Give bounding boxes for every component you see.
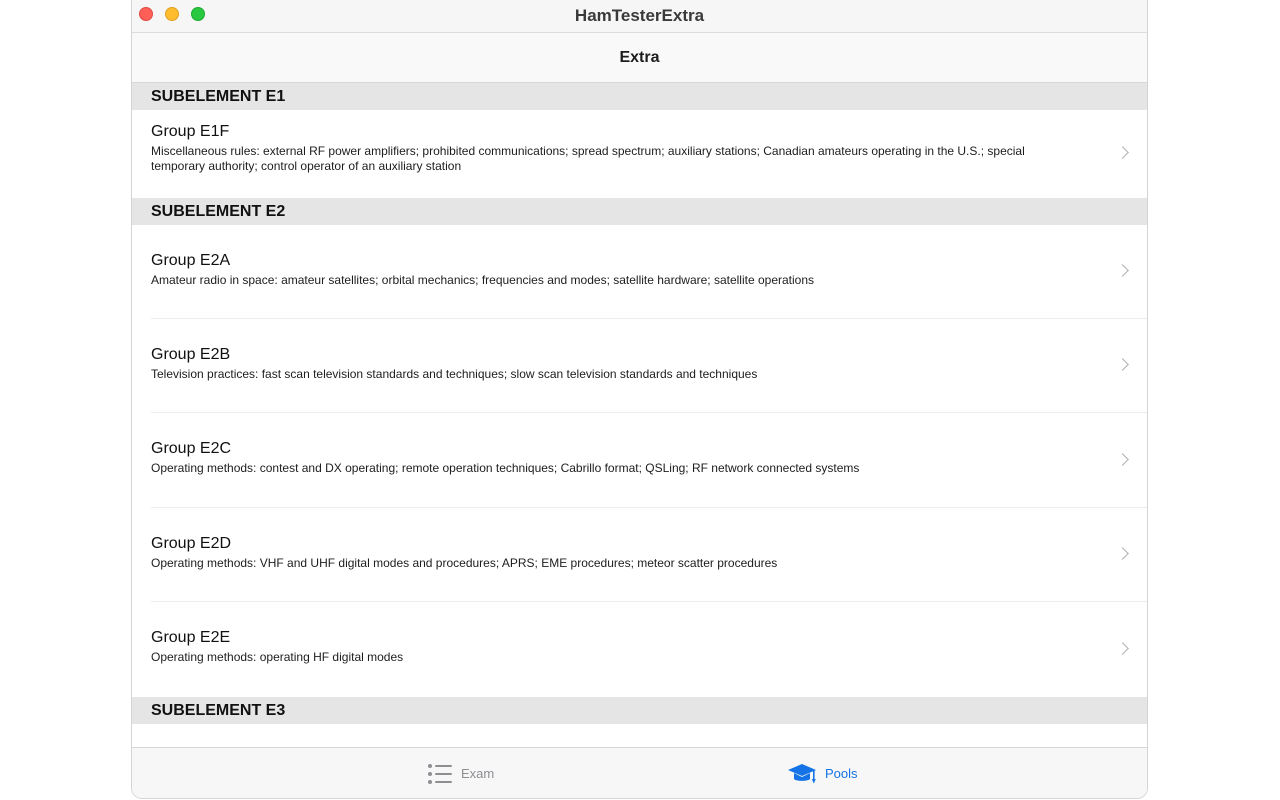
group-description: Amateur radio in space: amateur satellit… — [151, 273, 815, 287]
group-title: Group E2C — [151, 440, 232, 457]
group-description: Operating methods: contest and DX operat… — [151, 461, 860, 475]
group-title: Group E2D — [151, 535, 232, 552]
list-item-group-e2e[interactable]: Group E2E Operating methods: operating H… — [132, 602, 1147, 697]
section-header-e1: SUBELEMENT E1 — [132, 83, 1147, 110]
group-title: Group E1F — [151, 123, 230, 140]
tab-pools-label: Pools — [825, 766, 858, 781]
group-description: Operating methods: operating HF digital … — [151, 650, 404, 664]
section-header-e3: SUBELEMENT E3 — [132, 697, 1147, 724]
app-window: HamTesterExtra Extra SUBELEMENT E1 Group… — [132, 0, 1147, 798]
list-item-group-e2b[interactable]: Group E2B Television practices: fast sca… — [132, 319, 1147, 413]
group-title: Group E2B — [151, 346, 231, 363]
nav-title: Extra — [619, 49, 660, 66]
chevron-right-icon — [1116, 358, 1129, 371]
group-description: Television practices: fast scan televisi… — [151, 367, 758, 381]
tab-exam-label: Exam — [461, 766, 495, 781]
group-description: Operating methods: VHF and UHF digital m… — [151, 556, 778, 570]
tab-exam[interactable]: Exam — [427, 748, 494, 798]
chevron-right-icon — [1116, 547, 1129, 560]
question-pool-list[interactable]: SUBELEMENT E1 Group E1F Miscellaneous ru… — [132, 83, 1147, 747]
section-header-e2: SUBELEMENT E2 — [132, 198, 1147, 225]
group-title: Group E2A — [151, 252, 231, 269]
group-description: Miscellaneous rules: external RF power a… — [151, 144, 1025, 173]
list-icon — [427, 763, 453, 785]
chevron-right-icon — [1116, 146, 1129, 159]
list-item-group-e1f[interactable]: Group E1F Miscellaneous rules: external … — [132, 110, 1147, 198]
chevron-right-icon — [1116, 452, 1129, 466]
list-item-group-e2a[interactable]: Group E2A Amateur radio in space: amateu… — [132, 225, 1147, 319]
list-item-group-e2c[interactable]: Group E2C Operating methods: contest and… — [132, 413, 1147, 508]
group-title: Group E2E — [151, 629, 231, 646]
tab-bar: Exam Pools — [132, 747, 1147, 798]
chevron-right-icon — [1116, 641, 1129, 655]
graduation-cap-icon — [787, 762, 817, 786]
title-bar[interactable]: HamTesterExtra — [132, 0, 1147, 33]
navigation-bar: Extra — [132, 33, 1147, 83]
window-title: HamTesterExtra — [574, 6, 705, 25]
tab-pools[interactable]: Pools — [787, 748, 858, 798]
list-item-group-e2d[interactable]: Group E2D Operating methods: VHF and UHF… — [132, 508, 1147, 602]
chevron-right-icon — [1116, 264, 1129, 277]
